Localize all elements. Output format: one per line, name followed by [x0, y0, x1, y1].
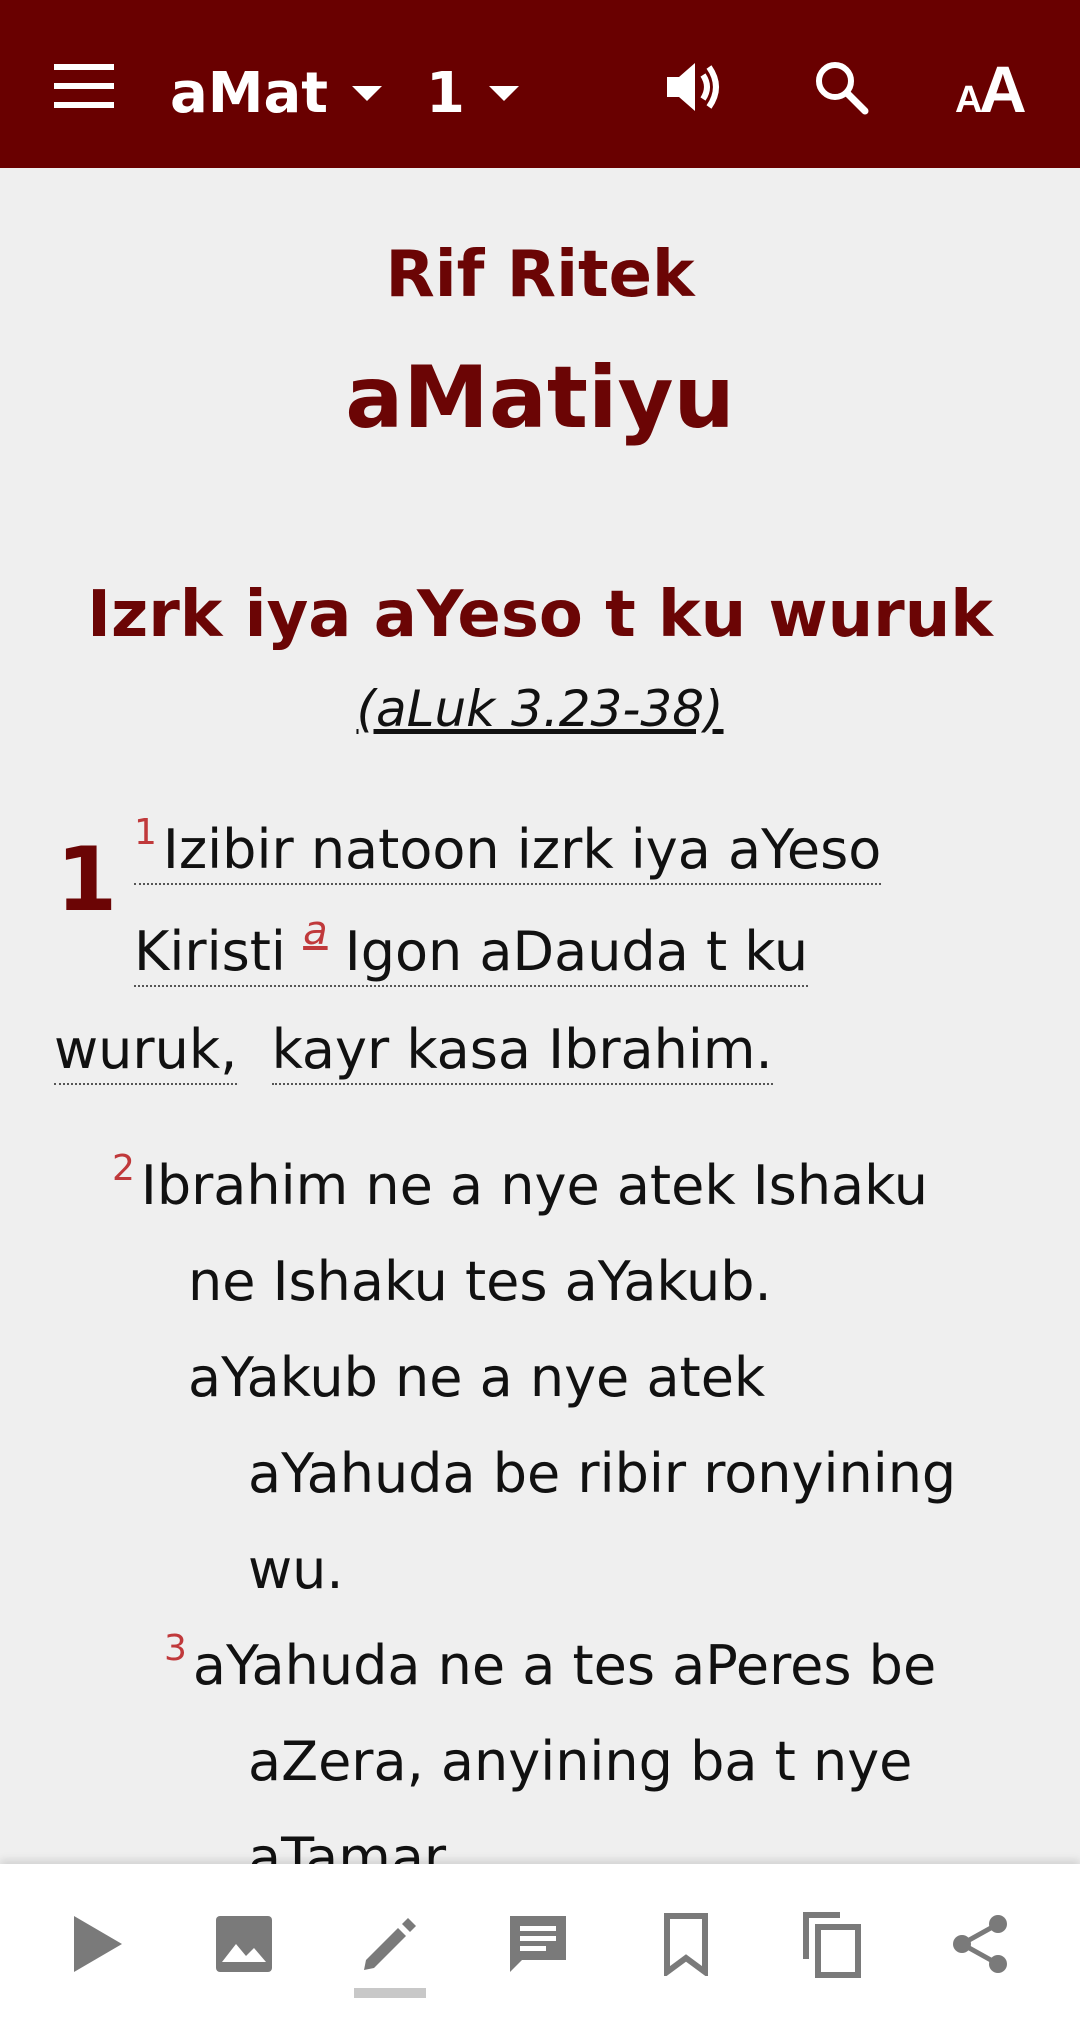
- verse-2-line[interactable]: 2 Ibrahim ne a nye atek Ishaku: [112, 1148, 928, 1217]
- pencil-icon: [364, 1918, 416, 1970]
- search-button[interactable]: [806, 52, 876, 122]
- bottom-toolbar: [0, 1864, 1080, 2020]
- comment-icon: [510, 1916, 566, 1972]
- bookmark-button[interactable]: [646, 1904, 726, 1984]
- search-icon: [816, 62, 869, 115]
- image-icon: [216, 1916, 272, 1972]
- chapter-number: 1: [56, 828, 118, 931]
- copy-icon: [803, 1912, 861, 1978]
- chevron-down-icon: [488, 85, 519, 101]
- verse-1-line[interactable]: Kiristi a Igon aDauda t ku: [134, 908, 809, 987]
- verse-2-line[interactable]: ne Ishaku tes aYakub.: [188, 1250, 772, 1313]
- verse-2-line[interactable]: aYakub ne a nye atek: [188, 1346, 765, 1409]
- chapter-selector[interactable]: 1: [426, 58, 519, 128]
- scripture-content[interactable]: Rif Ritek aMatiyu Izrk iya aYeso t ku wu…: [0, 168, 1080, 1864]
- verse-1-text[interactable]: 1 Izibir natoon izrk iya aYeso: [134, 812, 882, 885]
- share-button[interactable]: [940, 1904, 1020, 1984]
- bookmark-icon: [664, 1913, 708, 1976]
- audio-button[interactable]: [660, 52, 730, 122]
- book-selector[interactable]: aMat: [170, 58, 383, 128]
- verse-1-text[interactable]: Kiristi a Igon aDauda t ku: [134, 908, 809, 987]
- chevron-down-icon: [352, 85, 383, 101]
- image-button[interactable]: [204, 1904, 284, 1984]
- play-button[interactable]: [56, 1904, 136, 1984]
- verse-3-line[interactable]: aZera, anyining ba t nye: [248, 1730, 912, 1793]
- book-title: aMatiyu: [345, 348, 735, 448]
- svg-text:A: A: [979, 54, 1027, 118]
- section-heading: Izrk iya aYeso t ku wuruk: [87, 578, 993, 652]
- book-selector-label: aMat: [170, 60, 329, 126]
- note-button[interactable]: [498, 1904, 578, 1984]
- active-tab-indicator: [354, 1988, 426, 1998]
- verse-number: 1: [134, 812, 157, 853]
- cross-reference-link[interactable]: (aLuk 3.23-38): [356, 680, 723, 738]
- text-size-button[interactable]: A A: [950, 48, 1040, 124]
- verse-3-line[interactable]: 3 aYahuda ne a tes aPeres be: [164, 1628, 936, 1697]
- copy-button[interactable]: [792, 1904, 872, 1984]
- top-app-bar: aMat 1 A A: [0, 0, 1080, 168]
- play-icon: [74, 1916, 122, 1972]
- highlight-button[interactable]: [350, 1904, 430, 1984]
- verse-2-line[interactable]: wu.: [248, 1538, 344, 1601]
- speaker-icon: [667, 63, 719, 111]
- verse-3-line[interactable]: aTamar.: [248, 1826, 458, 1864]
- verse-1-text[interactable]: kayr kasa Ibrahim.: [271, 1018, 773, 1085]
- share-icon: [953, 1915, 1007, 1973]
- verse-number: 2: [112, 1148, 135, 1189]
- verse-1-text[interactable]: wuruk,: [54, 1018, 238, 1085]
- verse-1-line[interactable]: wuruk, kayr kasa Ibrahim.: [54, 1018, 773, 1085]
- verse-1-line[interactable]: 1 Izibir natoon izrk iya aYeso: [134, 812, 882, 885]
- hamburger-menu-icon: [54, 64, 114, 108]
- chapter-selector-label: 1: [426, 60, 465, 126]
- book-group-heading: Rif Ritek: [385, 238, 695, 312]
- verse-2-line[interactable]: aYahuda be ribir ronyining: [248, 1442, 956, 1505]
- font-size-icon: A A: [955, 54, 1027, 118]
- footnote-marker[interactable]: a: [303, 908, 328, 954]
- verse-number: 3: [164, 1628, 187, 1669]
- cross-reference: (aLuk 3.23-38): [0, 680, 1080, 738]
- menu-button[interactable]: [50, 62, 118, 110]
